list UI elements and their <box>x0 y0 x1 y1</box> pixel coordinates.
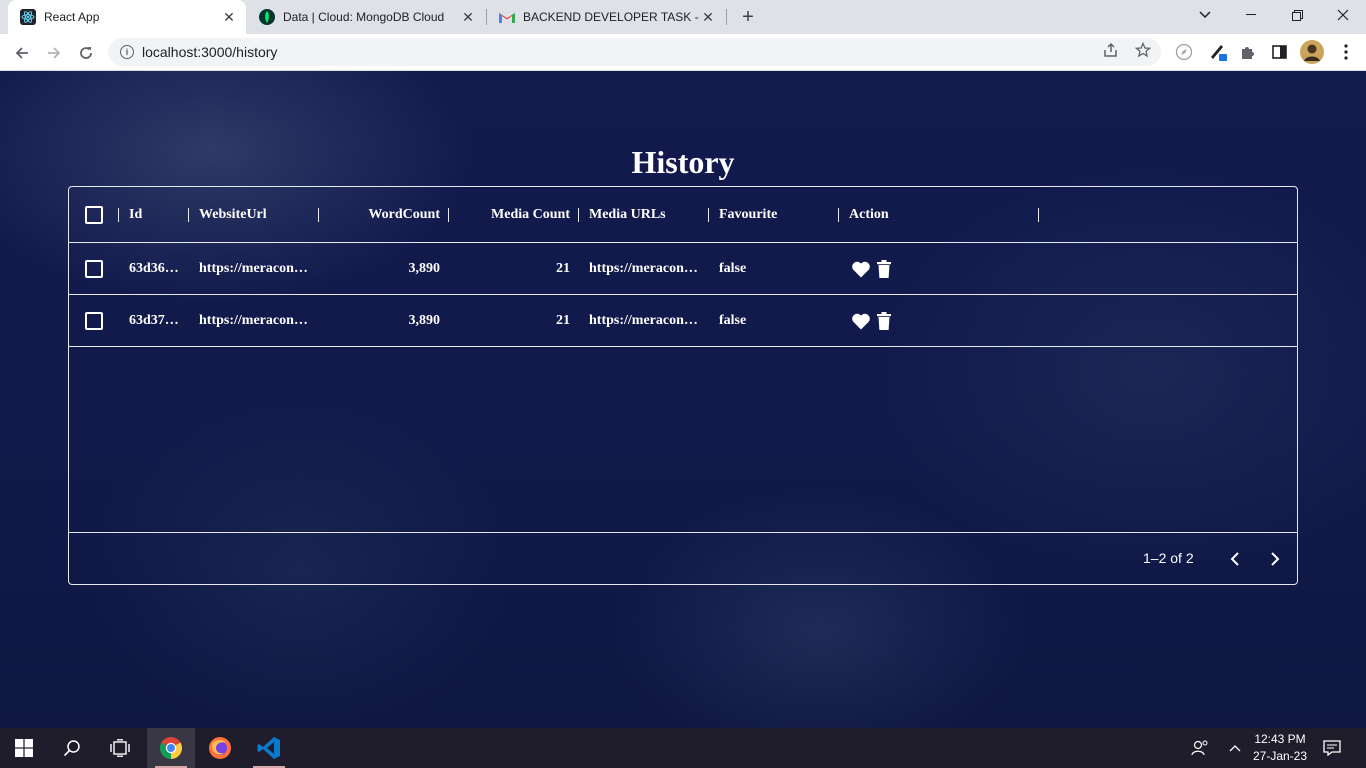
new-tab-button[interactable]: + <box>736 5 760 29</box>
column-separator[interactable] <box>188 208 189 222</box>
tab-mongodb[interactable]: Data | Cloud: MongoDB Cloud ✕ <box>247 0 485 34</box>
column-header-media-count[interactable]: Media Count <box>459 187 570 243</box>
compass-extension-icon[interactable] <box>1172 38 1196 66</box>
tab-gmail[interactable]: BACKEND DEVELOPER TASK - faz ✕ <box>487 0 725 34</box>
table-row[interactable]: 63d36… https://meracon… 3,890 21 https:/… <box>69 243 1297 295</box>
grid-header: Id WebsiteUrl WordCount Media Count Medi… <box>69 187 1297 243</box>
pagination-range: 1–2 of 2 <box>1143 550 1194 566</box>
column-header-media-urls[interactable]: Media URLs <box>589 187 699 243</box>
page-background: History Id WebsiteUrl WordCount Media Co… <box>0 71 1366 728</box>
close-tab-icon[interactable]: ✕ <box>459 8 477 26</box>
pen-extension-icon[interactable] <box>1206 38 1230 66</box>
taskbar-clock[interactable]: 12:43 PM 27-Jan-23 <box>1248 731 1312 765</box>
cell-action <box>849 243 929 294</box>
column-separator[interactable] <box>118 208 119 222</box>
cell-favourite: false <box>719 260 747 276</box>
chrome-taskbar-icon[interactable] <box>147 728 195 768</box>
column-separator[interactable] <box>578 208 579 222</box>
table-row[interactable]: 63d37… https://meracon… 3,890 21 https:/… <box>69 295 1297 347</box>
chevron-up-icon[interactable] <box>1223 728 1247 768</box>
cell-id: 63d37… <box>129 312 179 328</box>
cell-word-count: 3,890 <box>408 312 441 328</box>
restore-button[interactable] <box>1274 0 1320 30</box>
page-title: History <box>631 144 735 180</box>
previous-page-button[interactable] <box>1221 545 1249 573</box>
column-separator[interactable] <box>708 208 709 222</box>
share-icon[interactable] <box>1101 40 1121 60</box>
tab-divider <box>726 9 727 25</box>
column-header-id[interactable]: Id <box>129 187 189 243</box>
task-view-icon[interactable] <box>96 728 144 768</box>
column-header-word-count[interactable]: WordCount <box>329 187 440 243</box>
cell-media-urls: https://meracon… <box>589 260 698 276</box>
browser-tab-strip: React App ✕ Data | Cloud: MongoDB Cloud … <box>0 0 1366 34</box>
tab-title: React App <box>44 10 100 24</box>
forward-button[interactable] <box>41 40 67 66</box>
column-header-action[interactable]: Action <box>849 187 999 243</box>
browser-toolbar: i localhost:3000/history <box>0 34 1366 71</box>
cell-media-count: 21 <box>556 312 570 328</box>
windows-taskbar: 12:43 PM 27-Jan-23 <box>0 728 1366 768</box>
history-data-grid: Id WebsiteUrl WordCount Media Count Medi… <box>68 186 1298 585</box>
cell-media-urls: https://meracon… <box>589 312 698 328</box>
cell-website-url: https://meracon… <box>199 312 308 328</box>
url-text[interactable]: localhost:3000/history <box>142 44 277 60</box>
extensions-puzzle-icon[interactable] <box>1236 38 1260 66</box>
cell-word-count: 3,890 <box>408 260 441 276</box>
chrome-menu-icon[interactable] <box>1334 38 1358 66</box>
tab-title: Data | Cloud: MongoDB Cloud <box>283 10 445 24</box>
delete-trash-icon[interactable] <box>877 259 891 278</box>
favourite-heart-icon[interactable] <box>851 312 871 330</box>
gmail-icon <box>499 9 515 25</box>
select-all-checkbox[interactable] <box>85 206 103 224</box>
column-header-favourite[interactable]: Favourite <box>719 187 829 243</box>
favourite-heart-icon[interactable] <box>851 260 871 278</box>
column-separator[interactable] <box>448 208 449 222</box>
people-icon[interactable] <box>1188 728 1212 768</box>
delete-trash-icon[interactable] <box>877 311 891 330</box>
close-tab-icon[interactable]: ✕ <box>699 8 717 26</box>
close-window-button[interactable] <box>1320 0 1366 30</box>
column-separator[interactable] <box>838 208 839 222</box>
column-separator[interactable] <box>318 208 319 222</box>
cell-website-url: https://meracon… <box>199 260 308 276</box>
tab-react-app[interactable]: React App ✕ <box>8 0 246 34</box>
grid-footer: 1–2 of 2 <box>69 532 1297 584</box>
bookmark-star-icon[interactable] <box>1133 40 1153 60</box>
tab-title: BACKEND DEVELOPER TASK - faz <box>523 10 699 24</box>
next-page-button[interactable] <box>1261 545 1289 573</box>
cell-media-count: 21 <box>556 260 570 276</box>
site-info-icon[interactable]: i <box>120 45 134 59</box>
vscode-taskbar-icon[interactable] <box>245 728 293 768</box>
column-separator[interactable] <box>1038 208 1039 222</box>
cell-action <box>849 295 929 346</box>
cell-favourite: false <box>719 312 747 328</box>
firefox-taskbar-icon[interactable] <box>196 728 244 768</box>
clock-date: 27-Jan-23 <box>1252 749 1308 763</box>
profile-avatar[interactable] <box>1298 38 1326 66</box>
minimize-button[interactable] <box>1228 0 1274 30</box>
back-button[interactable] <box>9 40 35 66</box>
address-bar[interactable]: i localhost:3000/history <box>108 38 1161 66</box>
search-icon[interactable] <box>48 728 96 768</box>
row-select-checkbox[interactable] <box>85 260 103 278</box>
windows-start-icon[interactable] <box>0 728 48 768</box>
side-panel-icon[interactable] <box>1267 38 1291 66</box>
close-tab-icon[interactable]: ✕ <box>220 8 238 26</box>
notifications-icon[interactable] <box>1320 728 1344 768</box>
mongodb-leaf-icon <box>259 9 275 25</box>
reload-button[interactable] <box>73 40 99 66</box>
row-select-checkbox[interactable] <box>85 312 103 330</box>
clock-time: 12:43 PM <box>1254 732 1306 746</box>
column-header-website-url[interactable]: WebsiteUrl <box>199 187 319 243</box>
cell-id: 63d36… <box>129 260 179 276</box>
tab-search-button[interactable] <box>1182 0 1228 30</box>
react-icon <box>20 9 36 25</box>
